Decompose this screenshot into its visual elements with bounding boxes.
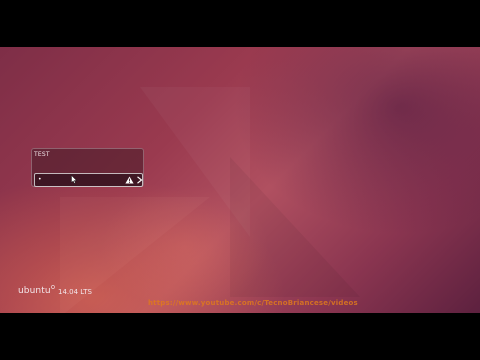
- warning-icon: [125, 176, 134, 184]
- ubuntu-version: 14.04 LTS: [58, 288, 92, 296]
- mouse-cursor-icon: [71, 175, 77, 184]
- ubuntu-logo: ubuntu: [18, 286, 51, 296]
- background-facet: [230, 157, 360, 297]
- password-value: •: [38, 176, 42, 183]
- password-input[interactable]: •: [34, 173, 143, 187]
- chevron-right-icon[interactable]: [136, 176, 143, 184]
- circle-of-friends-icon: [51, 285, 55, 289]
- user-name[interactable]: TEST: [34, 151, 50, 158]
- watermark-url: https://www.youtube.com/c/TecnoBriancese…: [148, 299, 358, 307]
- login-screen: TEST • ubuntu 14.04 LTS https://www.yout…: [0, 47, 480, 313]
- login-box: TEST •: [31, 148, 144, 187]
